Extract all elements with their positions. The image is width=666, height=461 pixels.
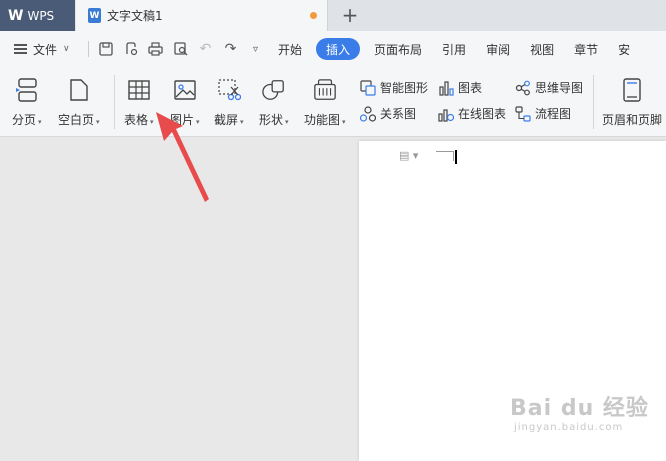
mind-map-icon [515, 80, 531, 96]
relation-chart-button[interactable]: 关系图 [360, 105, 416, 122]
wps-app-name: WPS [27, 8, 55, 23]
tab-home[interactable]: 开始 [268, 41, 312, 58]
table-label: 表格 [124, 113, 149, 127]
shapes-icon [262, 77, 286, 103]
chart-label: 图表 [458, 81, 483, 95]
dropdown-arrow-icon: ▾ [150, 118, 154, 126]
function-chart-icon [313, 77, 337, 103]
dropdown-arrow-icon: ▾ [240, 118, 244, 126]
picture-icon [173, 77, 197, 103]
redo-icon[interactable]: ↷ [218, 31, 243, 67]
page-break-label: 分页 [12, 113, 37, 127]
divider [88, 41, 89, 57]
online-chart-icon [438, 106, 454, 122]
dropdown-arrow-icon: ▾ [96, 118, 100, 126]
flowchart-icon [515, 105, 531, 122]
print-icon[interactable] [143, 31, 168, 67]
tab-references[interactable]: 引用 [432, 41, 476, 58]
tab-security[interactable]: 安 [608, 41, 640, 58]
wps-logo-icon: W [8, 7, 23, 24]
table-icon [127, 77, 151, 103]
screenshot-label: 截屏 [214, 113, 239, 127]
dropdown-arrow-icon: ▾ [342, 118, 346, 126]
margin-corner-mark [436, 151, 454, 152]
dropdown-arrow-icon: ▾ [285, 118, 289, 126]
undo-icon[interactable]: ↶ [193, 31, 218, 67]
document-tab-title: 文字文稿1 [107, 9, 163, 23]
picture-button[interactable]: 图片 ▾ [170, 77, 200, 128]
tab-view[interactable]: 视图 [520, 41, 564, 58]
online-chart-button[interactable]: 在线图表 [438, 105, 506, 122]
header-footer-label: 页眉和页脚 [602, 113, 663, 127]
picture-label: 图片 [170, 113, 195, 127]
page-break-icon [15, 77, 39, 103]
print-preview-icon[interactable] [168, 31, 193, 67]
customize-toolbar-icon[interactable]: ▿ [243, 31, 268, 67]
online-chart-label: 在线图表 [458, 107, 507, 121]
mind-map-label: 思维导图 [535, 81, 584, 95]
tab-page-layout[interactable]: 页面布局 [364, 41, 432, 58]
paragraph-layout-icon[interactable]: ▤ ▾ [399, 149, 418, 162]
shapes-button[interactable]: 形状 ▾ [259, 77, 289, 128]
tab-review[interactable]: 审阅 [476, 41, 520, 58]
function-chart-button[interactable]: 功能图 ▾ [304, 77, 346, 128]
tab-section[interactable]: 章节 [564, 41, 608, 58]
watermark-sub-text: jingyan.baidu.com [514, 422, 624, 433]
insert-ribbon: 分页 ▾ 空白页 ▾ 表格 ▾ 图片 ▾ 截屏 ▾ 形状 ▾ 功能图 ▾ 智能图… [0, 67, 666, 137]
flowchart-label: 流程图 [535, 107, 572, 121]
blank-page-label: 空白页 [58, 113, 95, 127]
document-tab[interactable]: W 文字文稿1 [76, 0, 328, 31]
table-button[interactable]: 表格 ▾ [124, 77, 154, 128]
wps-home-tab[interactable]: W WPS [0, 0, 75, 31]
new-tab-button[interactable]: + [338, 3, 362, 27]
divider [593, 75, 594, 129]
blank-page-icon [67, 77, 91, 103]
blank-page-button[interactable]: 空白页 ▾ [58, 77, 100, 128]
mind-map-button[interactable]: 思维导图 [515, 79, 583, 96]
relation-chart-icon [360, 105, 376, 122]
chart-button[interactable]: 图表 [438, 79, 482, 96]
divider [114, 75, 115, 129]
file-menu[interactable]: 文件 ∨ [0, 31, 84, 67]
unsaved-indicator [310, 12, 317, 19]
writer-document-icon: W [88, 8, 101, 23]
dropdown-arrow-icon: ▾ [38, 118, 42, 126]
dropdown-arrow-icon: ▾ [196, 118, 200, 126]
save-icon[interactable] [93, 31, 118, 67]
screenshot-icon [217, 77, 241, 103]
menu-bar: 文件 ∨ ↶ ↷ ▿ 开始 插入 页面布局 引用 审阅 视图 章节 安 [0, 31, 666, 67]
file-menu-label: 文件 [33, 42, 58, 57]
flowchart-button[interactable]: 流程图 [515, 105, 571, 122]
title-bar: W WPS W 文字文稿1 + [0, 0, 666, 31]
chevron-down-icon: ∨ [63, 44, 70, 54]
smart-art-icon [360, 79, 376, 96]
menu-icon [14, 44, 27, 54]
function-chart-label: 功能图 [304, 113, 341, 127]
screenshot-button[interactable]: 截屏 ▾ [214, 77, 244, 128]
smart-art-button[interactable]: 智能图形 [360, 79, 428, 96]
shapes-label: 形状 [259, 113, 284, 127]
header-footer-button[interactable]: 页眉和页脚 [602, 77, 662, 128]
baidu-watermark: Bai du 经验 jingyan.baidu.com [510, 390, 649, 433]
chart-icon [438, 80, 454, 96]
text-cursor [455, 150, 457, 164]
export-pdf-icon[interactable] [118, 31, 143, 67]
relation-chart-label: 关系图 [380, 107, 417, 121]
watermark-main-text: Bai du 经验 [510, 396, 649, 421]
header-footer-icon [620, 77, 644, 103]
margin-corner-mark [453, 151, 454, 161]
tab-insert[interactable]: 插入 [316, 38, 361, 60]
page-break-button[interactable]: 分页 ▾ [12, 77, 42, 128]
smart-art-label: 智能图形 [380, 81, 429, 95]
